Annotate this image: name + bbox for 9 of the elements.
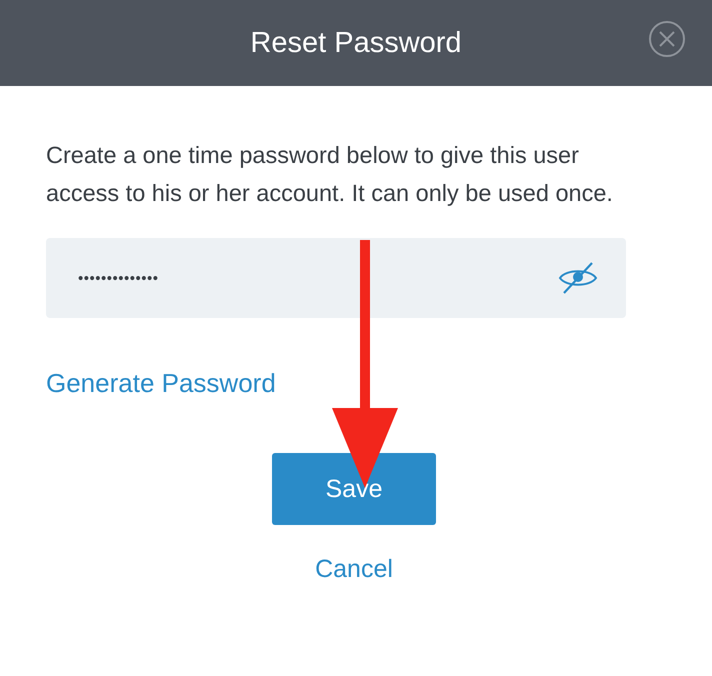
hidden-eye-icon[interactable] xyxy=(556,261,600,295)
save-button[interactable]: Save xyxy=(272,453,436,525)
password-value: •••••••••••••• xyxy=(78,270,159,286)
description-text: Create a one time password below to give this user access to his or her account. It can only be used once. xyxy=(46,141,614,208)
cancel-link[interactable]: Cancel xyxy=(315,555,393,584)
close-icon[interactable] xyxy=(648,20,686,58)
dialog-title: Reset Password xyxy=(250,26,462,60)
password-field[interactable]: •••••••••••••• xyxy=(46,238,626,318)
generate-password-link[interactable]: Generate Password xyxy=(46,368,276,399)
